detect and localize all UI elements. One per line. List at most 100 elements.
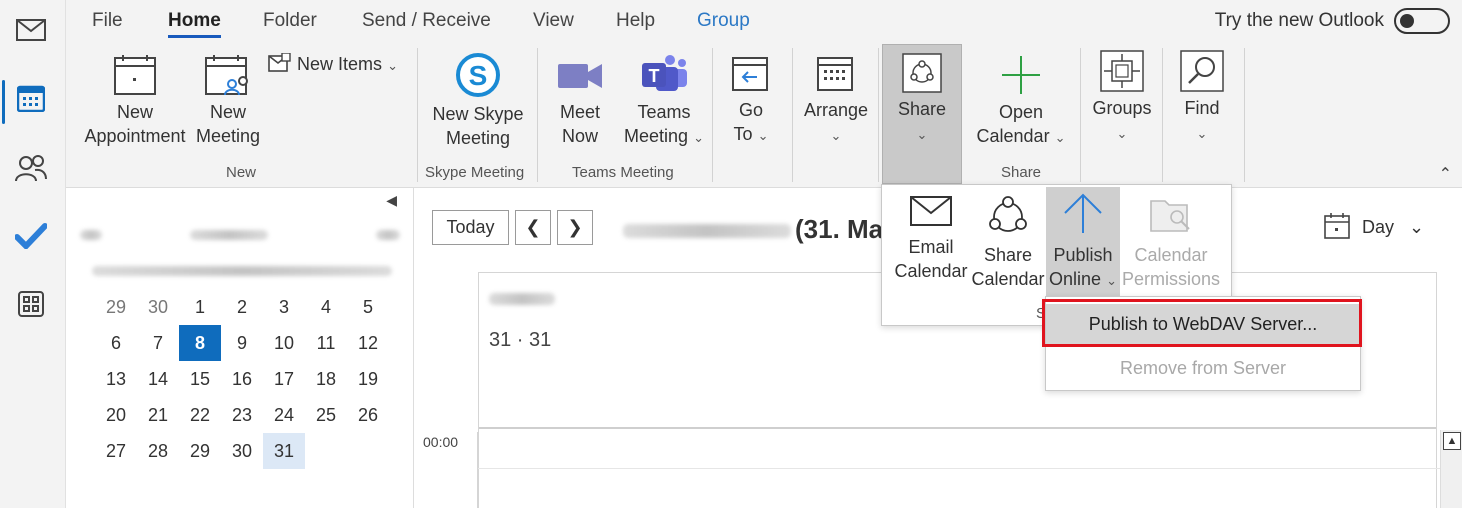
app-rail (0, 0, 66, 508)
today-button[interactable]: Today (432, 210, 509, 245)
calendar-day[interactable]: 25 (305, 397, 347, 433)
calendar-icon[interactable] (0, 76, 62, 124)
calendar-day[interactable]: 7 (137, 325, 179, 361)
chevron-down-icon: ⌄ (916, 127, 928, 142)
new-skype-meeting-button[interactable]: S New Skype Meeting (430, 52, 526, 150)
chevron-down-icon: ⌄ (1196, 126, 1208, 141)
calendar-day[interactable]: 18 (305, 361, 347, 397)
calendar-day[interactable]: 23 (221, 397, 263, 433)
scroll-up-icon[interactable]: ▲ (1443, 432, 1461, 450)
chevron-down-icon: ⌄ (1409, 217, 1425, 237)
group-label-share: Share (1001, 164, 1042, 181)
new-outlook-toggle[interactable] (1394, 8, 1450, 34)
previous-button[interactable]: ❮ (515, 210, 551, 245)
calendar-day[interactable]: 30 (221, 433, 263, 469)
meeting-icon (205, 55, 248, 96)
teams-icon: T (642, 55, 687, 91)
group-label-teams: Teams Meeting (572, 164, 674, 181)
chevron-down-icon: ⌄ (1054, 130, 1066, 145)
svg-text:T: T (649, 66, 660, 86)
go-to-button[interactable]: Go To ⌄ (722, 54, 780, 148)
publish-online-button[interactable]: Publish Online ⌄ (1046, 187, 1120, 301)
share-icon (989, 196, 1027, 232)
people-icon[interactable] (0, 146, 62, 190)
meet-now-button[interactable]: Meet Now (546, 56, 614, 148)
calendar-day[interactable]: 13 (95, 361, 137, 397)
scrollbar[interactable]: ▲ (1440, 430, 1462, 508)
calendar-day[interactable]: 28 (137, 433, 179, 469)
appointment-icon (114, 55, 156, 95)
apps-icon[interactable] (0, 282, 62, 326)
calendar-day[interactable]: 21 (137, 397, 179, 433)
tab-folder[interactable]: Folder (263, 10, 317, 32)
calendar-day[interactable]: 11 (305, 325, 347, 361)
mail-icon[interactable] (0, 8, 62, 52)
calendar-day[interactable]: 6 (95, 325, 137, 361)
chevron-down-icon: ⌄ (830, 128, 842, 143)
calendar-day[interactable]: 29 (95, 289, 137, 325)
calendar-permissions-icon (1150, 200, 1190, 232)
calendar-day[interactable]: 12 (347, 325, 389, 361)
tab-send-receive[interactable]: Send / Receive (362, 10, 491, 32)
calendar-day[interactable]: 10 (263, 325, 305, 361)
plus-icon (1002, 56, 1040, 94)
date-title: (31. Ma (795, 214, 884, 244)
remove-from-server-menu-item[interactable]: Remove from Server (1046, 348, 1360, 388)
tab-group[interactable]: Group (697, 10, 750, 32)
calendar-day[interactable]: 30 (137, 289, 179, 325)
search-icon (1180, 50, 1224, 92)
calendar-day[interactable]: 2 (221, 289, 263, 325)
calendar-day[interactable]: 9 (221, 325, 263, 361)
calendar-day[interactable]: 19 (347, 361, 389, 397)
groups-icon (1100, 50, 1144, 92)
next-button[interactable]: ❯ (557, 210, 593, 245)
publish-online-submenu: Publish to WebDAV Server... Remove from … (1045, 296, 1361, 391)
calendar-day[interactable]: 26 (347, 397, 389, 433)
view-switcher[interactable]: Day ⌄ (1323, 212, 1424, 240)
arrange-button[interactable]: Arrange ⌄ (802, 54, 870, 148)
arrow-up-icon (1064, 193, 1102, 233)
calendar-day[interactable]: 24 (263, 397, 305, 433)
share-calendar-button[interactable]: Share Calendar (970, 191, 1046, 301)
calendar-day[interactable]: 27 (95, 433, 137, 469)
publish-to-webdav-menu-item[interactable]: Publish to WebDAV Server... (1046, 304, 1360, 344)
calendar-day[interactable]: 29 (179, 433, 221, 469)
todo-icon[interactable] (0, 214, 62, 258)
calendar-day[interactable]: 8 (179, 325, 221, 361)
share-button[interactable]: Share ⌄ (882, 44, 962, 184)
calendar-permissions-button[interactable]: Calendar Permissions (1122, 191, 1220, 301)
teams-meeting-button[interactable]: T Teams Meeting ⌄ (622, 54, 706, 150)
new-meeting-button[interactable]: New Meeting (192, 54, 264, 148)
groups-button[interactable]: Groups ⌄ (1090, 50, 1154, 146)
collapse-pane-icon[interactable]: ◀ (386, 192, 397, 209)
collapse-ribbon-icon[interactable]: ⌃ (1439, 164, 1452, 184)
new-items-icon (268, 52, 291, 72)
email-calendar-button[interactable]: Email Calendar (892, 191, 970, 301)
chevron-down-icon: ⌄ (757, 128, 769, 143)
calendar-day[interactable]: 3 (263, 289, 305, 325)
calendar-day[interactable]: 31 (263, 433, 305, 469)
mail-icon (910, 196, 952, 226)
calendar-day[interactable]: 5 (347, 289, 389, 325)
group-label-new: New (226, 164, 257, 181)
arrange-icon (817, 57, 853, 91)
ribbon: File Home Folder Send / Receive View Hel… (66, 0, 1462, 188)
calendar-day[interactable]: 14 (137, 361, 179, 397)
calendar-day[interactable]: 4 (305, 289, 347, 325)
calendar-day[interactable]: 1 (179, 289, 221, 325)
tab-view[interactable]: View (533, 10, 574, 32)
new-appointment-button[interactable]: New Appointment (80, 54, 190, 148)
calendar-day[interactable]: 20 (95, 397, 137, 433)
tab-file[interactable]: File (92, 10, 123, 32)
tab-home[interactable]: Home (168, 10, 221, 38)
chevron-down-icon: ⌄ (693, 130, 704, 145)
calendar-day[interactable]: 15 (179, 361, 221, 397)
calendar-day[interactable]: 17 (263, 361, 305, 397)
find-button[interactable]: Find ⌄ (1176, 50, 1228, 146)
new-items-button[interactable]: New Items ⌄ (268, 52, 398, 78)
calendar-day[interactable]: 22 (179, 397, 221, 433)
tab-help[interactable]: Help (616, 10, 655, 32)
time-label: 00:00 (423, 434, 459, 450)
calendar-day[interactable]: 16 (221, 361, 263, 397)
open-calendar-button[interactable]: Open Calendar ⌄ (974, 54, 1068, 150)
